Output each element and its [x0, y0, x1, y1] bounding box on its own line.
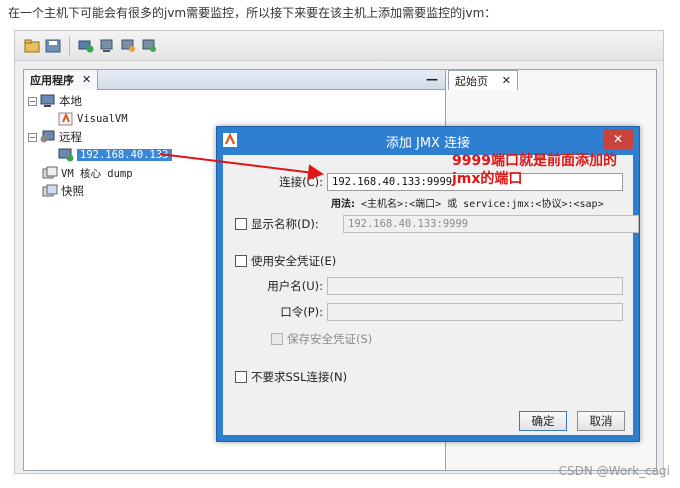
password-input[interactable]	[327, 303, 623, 321]
no-ssl-checkbox[interactable]	[235, 371, 247, 383]
tab-applications-label: 应用程序	[30, 73, 74, 87]
tree-node-remote-label: 远程	[59, 130, 82, 144]
username-label: 用户名(U):	[267, 279, 323, 293]
password-row: 口令(P):	[223, 303, 623, 321]
dialog-body: 连接(C): 192.168.40.133:9999 用法: <主机名>:<端口…	[223, 155, 639, 435]
save-snapshot-icon[interactable]	[44, 37, 62, 55]
article-caption: 在一个主机下可能会有很多的jvm需要监控，所以接下来要在该主机上添加需要监控的j…	[8, 6, 497, 20]
tree-node-vm-dump-label: VM 核心 dump	[61, 167, 133, 180]
usage-label: 用法:	[331, 199, 355, 210]
snapshot-icon	[42, 184, 58, 198]
annotation-note: 9999端口就是前面添加的jmx的端口	[452, 153, 617, 187]
visualvm-app-icon	[223, 132, 237, 151]
collapse-icon[interactable]: −	[28, 132, 37, 142]
cancel-button[interactable]: 取消	[577, 411, 625, 431]
collapse-icon[interactable]: −	[28, 96, 37, 106]
add-remote-host-icon[interactable]	[98, 37, 116, 55]
tree-node-visualvm-label: VisualVM	[77, 113, 128, 125]
toolbar-separator	[69, 36, 70, 55]
save-security-row: 保存安全凭证(S)	[271, 331, 372, 347]
use-security-checkbox[interactable]	[235, 255, 247, 267]
java-app-icon	[58, 112, 74, 126]
tree-node-remote-host-label: 192.168.40.133	[77, 149, 172, 161]
local-host-icon	[40, 94, 56, 108]
core-dump-icon	[42, 166, 58, 180]
dialog-close-button[interactable]: ✕	[603, 129, 633, 149]
open-file-icon[interactable]	[23, 37, 41, 55]
usage-hint: 用法: <主机名>:<端口> 或 service:jmx:<协议>:<sap>	[331, 195, 604, 210]
csdn-watermark: CSDN @Work_cagi	[558, 464, 670, 478]
minimize-panel-button[interactable]: —	[426, 72, 438, 86]
connection-label: 连接(C):	[279, 175, 323, 189]
tab-start-page[interactable]: 起始页 ✕	[448, 70, 518, 90]
remote-hosts-icon	[40, 130, 56, 144]
close-icon[interactable]: ✕	[502, 74, 511, 87]
dialog-title-bar: 添加 JMX 连接 ✕	[217, 127, 639, 155]
dialog-title: 添加 JMX 连接	[385, 135, 471, 151]
save-security-label: 保存安全凭证(S)	[287, 332, 373, 346]
use-security-label: 使用安全凭证(E)	[251, 254, 337, 268]
username-row: 用户名(U):	[223, 277, 623, 295]
save-security-checkbox[interactable]	[271, 333, 283, 345]
tree-node-local[interactable]: − 本地	[28, 92, 446, 110]
use-security-row: 使用安全凭证(E)	[235, 253, 336, 269]
ok-button[interactable]: 确定	[519, 411, 567, 431]
tree-node-local-label: 本地	[59, 94, 82, 108]
remote-host-icon	[58, 148, 74, 162]
password-label: 口令(P):	[280, 305, 323, 319]
no-ssl-label: 不要求SSL连接(N)	[251, 370, 348, 384]
usage-text: <主机名>:<端口> 或 service:jmx:<协议>:<sap>	[361, 199, 604, 210]
applications-panel-header: 应用程序 ✕ —	[24, 69, 446, 90]
display-name-label: 显示名称(D):	[251, 217, 319, 231]
tab-start-page-label: 起始页	[455, 74, 488, 88]
tab-applications[interactable]: 应用程序 ✕	[24, 69, 99, 90]
close-icon[interactable]: ✕	[82, 73, 91, 86]
username-input[interactable]	[327, 277, 623, 295]
display-name-row: 显示名称(D): 192.168.40.133:9999	[235, 215, 639, 233]
display-name-checkbox[interactable]	[235, 218, 247, 230]
heap-dump-icon[interactable]	[119, 37, 137, 55]
no-ssl-row: 不要求SSL连接(N)	[235, 369, 347, 385]
toolbar	[15, 31, 663, 61]
add-core-dump-icon[interactable]	[140, 37, 158, 55]
display-name-input[interactable]: 192.168.40.133:9999	[343, 215, 639, 233]
tree-node-snapshot-label: 快照	[61, 184, 84, 198]
add-jmx-connection-icon[interactable]	[77, 37, 95, 55]
